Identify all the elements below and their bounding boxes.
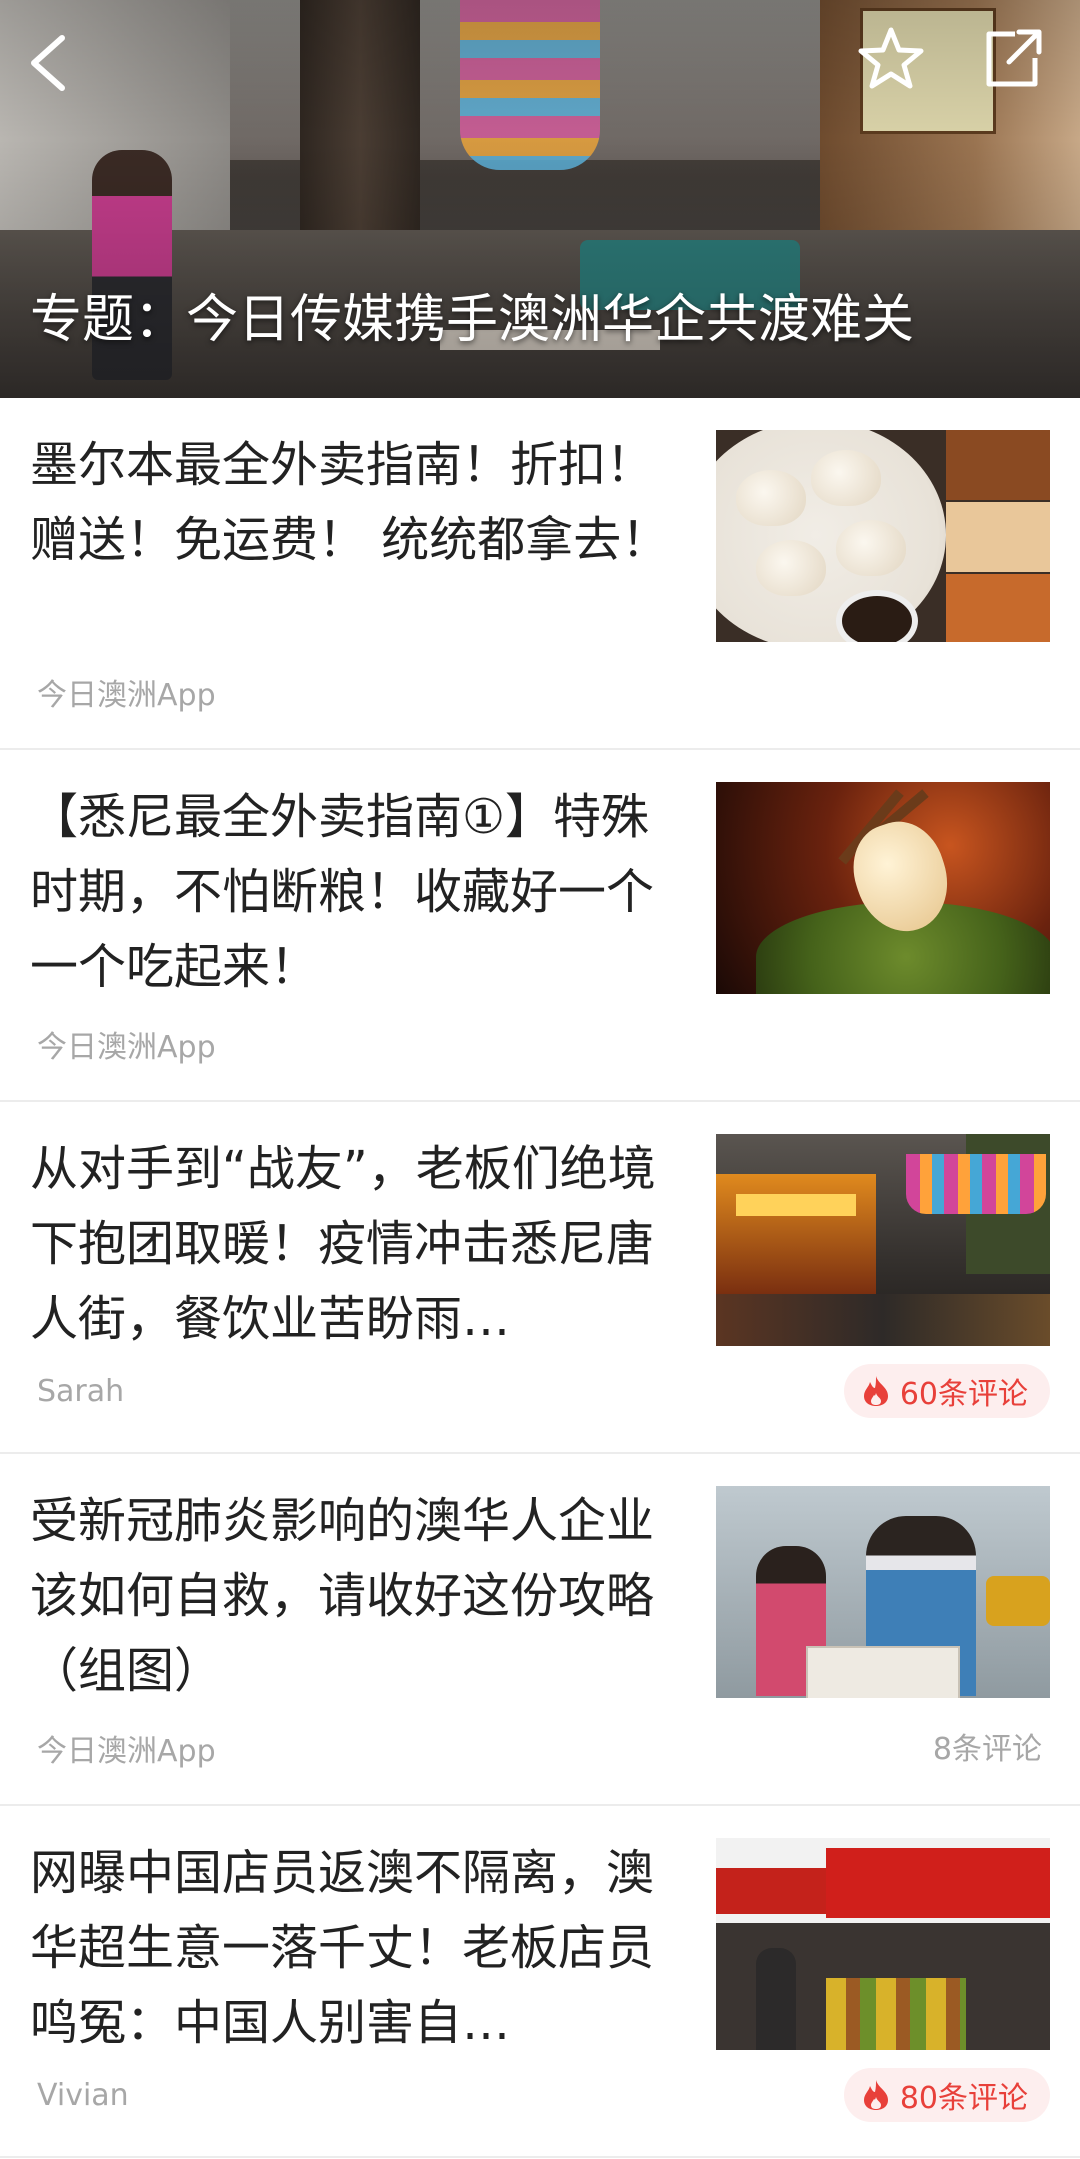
article-item[interactable]: 墨尔本最全外卖指南！折扣！赠送！免运费！ 统统都拿去！ 今日澳洲App — [0, 398, 1080, 750]
article-item[interactable]: 从对手到“战友”，老板们绝境下抱团取暖！疫情冲击悉尼唐人街，餐饮业苦盼雨… Sa… — [0, 1102, 1080, 1454]
side-dish-shape — [946, 502, 1050, 572]
hot-comments-badge[interactable]: 80条评论 — [843, 2068, 1050, 2122]
article-thumbnail-supermarket — [716, 1838, 1050, 2050]
article-feed: 墨尔本最全外卖指南！折扣！赠送！免运费！ 统统都拿去！ 今日澳洲App 【悉尼最… — [0, 398, 1080, 2158]
topic-title: 专题：今日传媒携手澳洲华企共渡难关 — [30, 290, 915, 350]
article-thumbnail-workers — [716, 1486, 1050, 1698]
dumpling-shape — [811, 450, 881, 506]
article-source: Sarah — [37, 1374, 125, 1409]
article-thumbnail-dumplings — [716, 430, 1050, 642]
back-button[interactable] — [20, 28, 80, 98]
produce-shape — [826, 1978, 966, 2050]
share-button[interactable] — [975, 22, 1047, 94]
comment-count: 8条评论 — [932, 1732, 1042, 1767]
comment-count: 80条评论 — [899, 2081, 1028, 2116]
chevron-left-icon — [31, 35, 65, 91]
article-title: 网曝中国店员返澳不隔离，澳华超生意一落千丈！老板店员鸣冤：中国人别害自… — [30, 1845, 655, 2051]
article-title: 【悉尼最全外卖指南①】特殊时期，不怕断粮！收藏好一个一个吃起来！ — [30, 789, 655, 995]
dumpling-shape — [736, 470, 806, 526]
article-item[interactable]: 网曝中国店员返澳不隔离，澳华超生意一落千丈！老板店员鸣冤：中国人别害自… Viv… — [0, 1806, 1080, 2158]
store-sign-shape — [716, 1868, 836, 1914]
wet-street-shape — [716, 1294, 1050, 1346]
shop-sign-shape — [736, 1194, 856, 1216]
dumpling-shape — [836, 520, 906, 576]
side-dish-shape — [946, 430, 1050, 500]
produce-shape — [986, 1576, 1050, 1626]
article-item[interactable]: 【悉尼最全外卖指南①】特殊时期，不怕断粮！收藏好一个一个吃起来！ 今日澳洲App — [0, 750, 1080, 1102]
article-source: 今日澳洲App — [37, 1030, 216, 1065]
star-outline-icon — [858, 27, 924, 89]
comment-count: 60条评论 — [899, 1377, 1028, 1412]
flame-icon — [863, 2080, 888, 2110]
article-thumbnail-chinatown — [716, 1134, 1050, 1346]
side-dish-shape — [946, 574, 1050, 642]
article-item[interactable]: 受新冠肺炎影响的澳华人企业该如何自救，请收好这份攻略（组图） 今日澳洲App 8… — [0, 1454, 1080, 1806]
store-sign-shape — [826, 1848, 1050, 1918]
article-thumbnail-dumpling-chopsticks — [716, 782, 1050, 994]
person-shape — [756, 1948, 796, 2050]
article-source: Vivian — [37, 2078, 129, 2113]
article-title: 受新冠肺炎影响的澳华人企业该如何自救，请收好这份攻略（组图） — [30, 1493, 655, 1699]
box-shape — [806, 1646, 960, 1698]
hot-comments-badge[interactable]: 60条评论 — [843, 1364, 1050, 1418]
dumpling-shape — [756, 540, 826, 596]
article-source: 今日澳洲App — [37, 1734, 216, 1769]
article-title: 墨尔本最全外卖指南！折扣！赠送！免运费！ 统统都拿去！ — [30, 437, 670, 568]
article-title: 从对手到“战友”，老板们绝境下抱团取暖！疫情冲击悉尼唐人街，餐饮业苦盼雨… — [30, 1141, 656, 1347]
favorite-button[interactable] — [855, 22, 927, 94]
flame-icon — [863, 1376, 888, 1406]
shopfront-shape — [716, 1174, 876, 1294]
share-external-icon — [986, 29, 1042, 87]
article-source: 今日澳洲App — [37, 678, 216, 713]
lanterns-shape — [906, 1154, 1046, 1214]
hero-banner[interactable]: 专题：今日传媒携手澳洲华企共渡难关 — [0, 0, 1080, 398]
